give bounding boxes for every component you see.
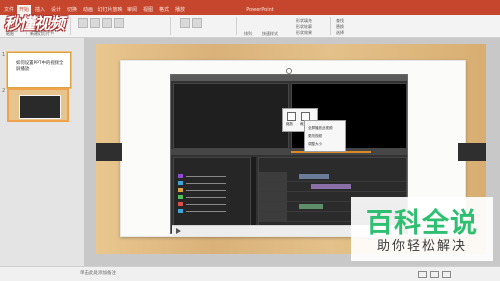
slide-decoration-right	[458, 143, 486, 161]
slide-decoration-left	[96, 143, 122, 161]
play-icon[interactable]	[176, 228, 181, 234]
video-app-menubar	[171, 75, 407, 81]
italic-button[interactable]	[114, 18, 124, 28]
ribbon-divider	[170, 17, 171, 35]
menu-item-fullscreen[interactable]: 全屏播放此视频	[308, 126, 333, 131]
zoom-icon[interactable]	[287, 112, 296, 121]
arrange-label[interactable]: 排列	[244, 31, 252, 37]
context-menu: 全屏播放此视频 更改视频 调整大小	[304, 120, 346, 152]
align-button[interactable]	[180, 18, 190, 28]
notes-placeholder[interactable]: 单击此处添加备注	[80, 270, 116, 276]
tab-slideshow[interactable]: 幻灯片放映	[97, 5, 123, 15]
tab-view[interactable]: 视图	[141, 5, 155, 15]
bullet-button[interactable]	[192, 18, 202, 28]
tab-format[interactable]: 格式	[157, 5, 171, 15]
tab-review[interactable]: 审阅	[125, 5, 139, 15]
tab-animations[interactable]: 动画	[81, 5, 95, 15]
thumbnail-text: 如何设置PPT中的视频全屏播放	[16, 61, 64, 72]
thumbnail-video-preview	[19, 95, 61, 119]
select-label[interactable]: 选择	[336, 30, 344, 36]
ribbon: 粘贴 新建幻灯片 版式 重置 节 排列 快速样式 形状填充 形状轮廓 形状效果 …	[0, 15, 500, 38]
slide-thumbnail-2[interactable]	[7, 88, 69, 122]
brand-logo: 秒懂视频	[4, 14, 65, 33]
quick-styles-label[interactable]: 快速样式	[262, 31, 278, 37]
watermark-subtitle: 助你轻松解决	[376, 239, 467, 254]
menu-item-resize[interactable]: 调整大小	[308, 142, 322, 147]
window-title: PowerPoint	[246, 7, 274, 13]
reading-view-icon[interactable]	[442, 271, 451, 278]
project-panel	[173, 157, 251, 231]
ribbon-divider	[70, 17, 71, 35]
bold-button[interactable]	[102, 18, 112, 28]
ribbon-divider	[330, 17, 331, 35]
tools-panel	[251, 157, 256, 229]
monitor-controls	[171, 149, 407, 155]
slide-thumbnail-1[interactable]: 如何设置PPT中的视频全屏播放	[7, 52, 71, 88]
source-monitor	[173, 83, 289, 149]
watermark: 百科全说 助你轻松解决	[351, 197, 493, 261]
ribbon-divider	[236, 17, 237, 35]
tab-playback[interactable]: 播放	[173, 5, 187, 15]
menu-item-change-video[interactable]: 更改视频	[308, 134, 322, 139]
slide-sorter-icon[interactable]	[430, 271, 439, 278]
normal-view-icon[interactable]	[418, 271, 427, 278]
tab-transitions[interactable]: 切换	[65, 5, 79, 15]
shape-effects-label[interactable]: 形状效果	[296, 30, 312, 36]
ribbon-tabs: 文件 开始 插入 设计 切换 动画 幻灯片放映 审阅 视图 格式 播放 Powe…	[0, 5, 500, 15]
font-box[interactable]	[78, 18, 88, 28]
thumbnail-number: 1	[2, 52, 6, 58]
status-bar: 单击此处添加备注	[0, 266, 500, 281]
font-size-box[interactable]	[90, 18, 100, 28]
thumbnail-number: 2	[2, 88, 6, 94]
zoom-label: 缩放	[286, 122, 293, 126]
